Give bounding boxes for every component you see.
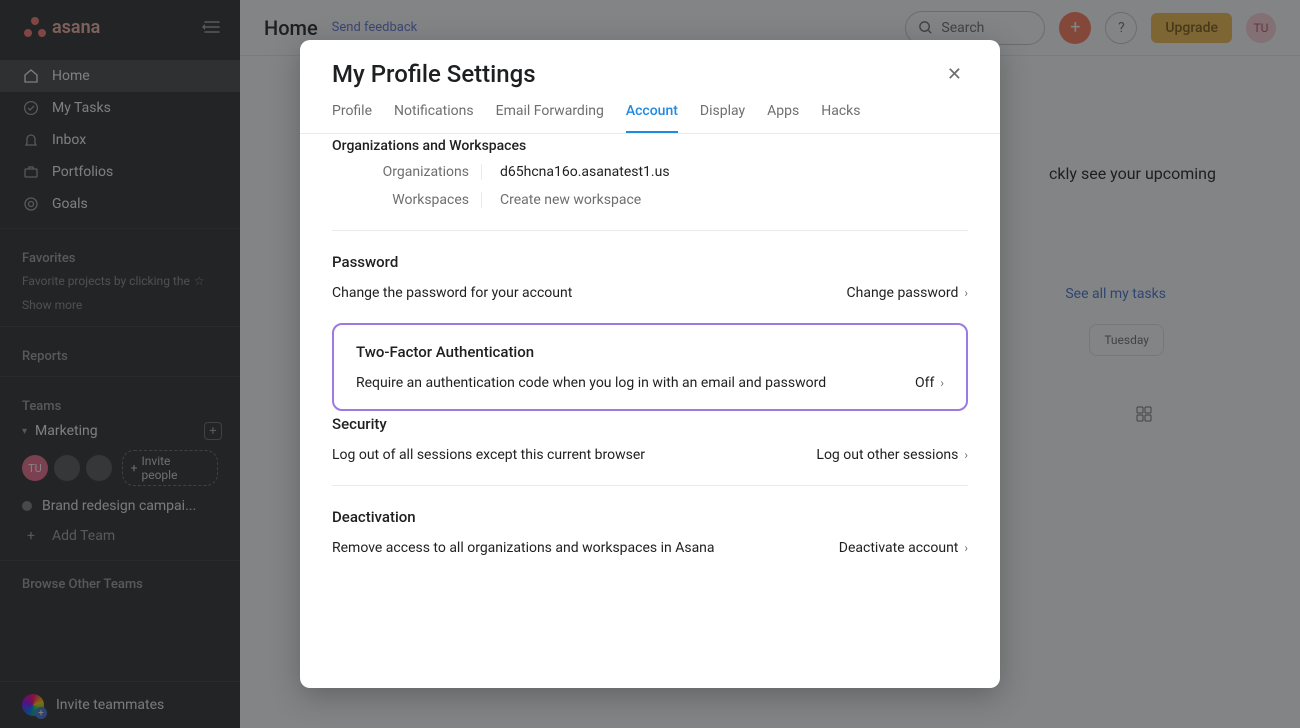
close-icon: ✕ bbox=[947, 64, 962, 85]
change-password-label: Change password bbox=[847, 285, 959, 301]
tfa-row: Require an authentication code when you … bbox=[356, 375, 944, 391]
tfa-toggle-link[interactable]: Off › bbox=[915, 375, 944, 391]
logout-sessions-label: Log out other sessions bbox=[816, 447, 958, 463]
modal-header: My Profile Settings ✕ bbox=[300, 40, 1000, 89]
orgs-heading: Organizations and Workspaces bbox=[332, 138, 968, 154]
security-desc: Log out of all sessions except this curr… bbox=[332, 447, 645, 463]
logout-sessions-link[interactable]: Log out other sessions › bbox=[816, 447, 968, 463]
chevron-right-icon: › bbox=[964, 286, 968, 300]
workspaces-row: Workspaces Create new workspace bbox=[332, 192, 968, 208]
orgs-section: Organizations and Workspaces Organizatio… bbox=[332, 134, 968, 208]
security-section: Security Log out of all sessions except … bbox=[332, 411, 968, 463]
security-row: Log out of all sessions except this curr… bbox=[332, 447, 968, 463]
password-heading: Password bbox=[332, 253, 968, 271]
chevron-right-icon: › bbox=[964, 541, 968, 555]
deactivation-section: Deactivation Remove access to all organi… bbox=[332, 485, 968, 556]
change-password-link[interactable]: Change password › bbox=[847, 285, 968, 301]
deactivate-account-label: Deactivate account bbox=[839, 540, 959, 556]
modal-tabs: Profile Notifications Email Forwarding A… bbox=[300, 89, 1000, 134]
password-desc: Change the password for your account bbox=[332, 285, 572, 301]
chevron-right-icon: › bbox=[940, 376, 944, 390]
organizations-row: Organizations d65hcna16o.asanatest1.us bbox=[332, 164, 968, 180]
password-section: Password Change the password for your ac… bbox=[332, 230, 968, 301]
password-row: Change the password for your account Cha… bbox=[332, 285, 968, 301]
tfa-heading: Two-Factor Authentication bbox=[356, 343, 944, 361]
tab-apps[interactable]: Apps bbox=[767, 103, 799, 133]
organizations-value: d65hcna16o.asanatest1.us bbox=[500, 164, 670, 180]
modal-body[interactable]: Organizations and Workspaces Organizatio… bbox=[300, 134, 1000, 688]
modal-title: My Profile Settings bbox=[332, 60, 536, 88]
tab-email-forwarding[interactable]: Email Forwarding bbox=[496, 103, 604, 133]
tab-notifications[interactable]: Notifications bbox=[394, 103, 474, 133]
create-workspace-link[interactable]: Create new workspace bbox=[500, 192, 641, 208]
modal-overlay[interactable]: My Profile Settings ✕ Profile Notificati… bbox=[0, 0, 1300, 728]
deactivation-heading: Deactivation bbox=[332, 508, 968, 526]
tab-account[interactable]: Account bbox=[626, 103, 678, 133]
tfa-desc: Require an authentication code when you … bbox=[356, 375, 826, 391]
two-factor-section: Two-Factor Authentication Require an aut… bbox=[332, 323, 968, 411]
deactivate-account-link[interactable]: Deactivate account › bbox=[839, 540, 968, 556]
close-button[interactable]: ✕ bbox=[941, 60, 968, 89]
deactivation-desc: Remove access to all organizations and w… bbox=[332, 540, 715, 556]
security-heading: Security bbox=[332, 415, 968, 433]
deactivation-row: Remove access to all organizations and w… bbox=[332, 540, 968, 556]
tab-hacks[interactable]: Hacks bbox=[821, 103, 860, 133]
workspaces-label: Workspaces bbox=[332, 192, 482, 208]
organizations-label: Organizations bbox=[332, 164, 482, 180]
tfa-status: Off bbox=[915, 375, 934, 391]
chevron-right-icon: › bbox=[964, 448, 968, 462]
tab-profile[interactable]: Profile bbox=[332, 103, 372, 133]
profile-settings-modal: My Profile Settings ✕ Profile Notificati… bbox=[300, 40, 1000, 688]
tab-display[interactable]: Display bbox=[700, 103, 745, 133]
